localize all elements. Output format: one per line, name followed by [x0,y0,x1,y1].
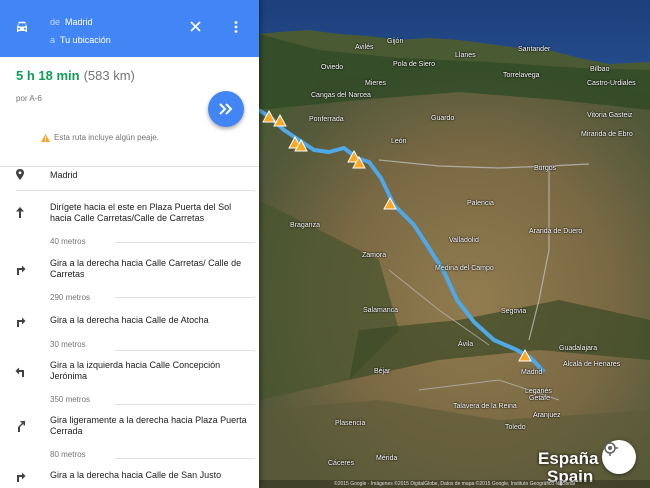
step-instruction: Gira a la derecha hacia Calle de San Jus… [50,470,222,480]
destination-field[interactable]: a Tu ubicación [50,35,111,45]
directions-header: de Madrid a Tu ubicación [0,0,259,57]
map-place-label: Santander [518,46,551,53]
map-place-label: Bilbao [590,66,610,73]
map-place-label: Plasencia [335,420,366,427]
map-place-label: Alcalá de Henares [563,361,621,368]
step-distance: 30 metros [50,340,86,349]
map-place-label: Ávila [458,341,474,348]
map-place-label: Mérida [376,455,398,462]
toll-notice: Esta ruta incluye algún peaje. [41,133,159,142]
divider [115,458,255,459]
map-place-label: Aranda de Duero [529,228,583,235]
directions-panel: de Madrid a Tu ubicación 5 h 18 min (583 km… [0,0,259,488]
map-place-label: Cáceres [328,460,355,467]
destination-prefix: a [50,35,56,45]
step-instruction: Gira ligeramente a la derecha hacia Plaz… [50,415,247,436]
slight-right-icon [18,421,25,432]
map-place-label: Talavera de la Reina [453,403,517,410]
map-place-label: Medina del Campo [435,265,494,272]
map-place-label: Cangas del Narcea [311,92,371,99]
crosshair-icon [602,440,618,456]
arrow-up-icon [16,207,24,218]
map-place-label: Vitoria Gasteiz [587,112,633,119]
my-location-button[interactable] [602,440,636,474]
map-place-label: Burgos [534,165,557,172]
map-place-label: Madrid [521,369,543,376]
direction-step[interactable]: Dirígete hacia el este en Plaza Puerta d… [0,202,259,252]
divider [115,404,255,405]
map-view[interactable]: Gijón Avilés Llanes Santander Oviedo Pola de … [259,0,650,488]
origin-field[interactable]: de Madrid [50,17,93,27]
direction-step[interactable]: Gira a la derecha hacia Calle Carretas/ … [0,258,259,308]
divider [115,350,255,351]
location-pin-icon [16,169,24,180]
toll-notice-text: Esta ruta incluye algún peaje. [54,133,159,142]
divider [16,190,255,191]
direction-step[interactable]: Gira a la derecha hacia Calle de Atocha … [0,315,259,355]
map-place-label: Oviedo [321,64,344,71]
divider [115,242,255,243]
origin-value: Madrid [65,17,93,27]
step-distance: 350 metros [50,395,91,404]
step-instruction: Dirígete hacia el este en Plaza Puerta d… [50,202,232,223]
map-place-label: Zamora [362,252,387,259]
direction-step[interactable]: Madrid [0,160,259,190]
map-place-label: Miranda de Ebro [581,131,633,138]
map-place-label: Mieres [365,80,387,87]
close-icon[interactable] [190,21,201,32]
map-place-label: Guadalajara [559,345,598,352]
step-distance: 40 metros [50,237,86,246]
origin-prefix: de [50,17,61,27]
map-place-label: Palencia [467,200,494,207]
map-place-label: Ponferrada [309,116,344,123]
double-chevron-right-icon [219,103,233,115]
start-navigation-button[interactable] [208,91,244,127]
map-place-label: Toledo [505,424,526,431]
satellite-imagery [259,0,650,488]
map-attribution: ©2015 Google · Imágenes ©2015 DigitalGlo… [259,480,650,488]
map-place-label: Guardo [431,115,455,122]
step-instruction: Gira a la derecha hacia Calle Carretas/ … [50,258,242,279]
map-place-label: Castro-Urdiales [587,80,636,87]
turn-left-icon [15,367,24,377]
route-distance: (583 km) [83,68,135,83]
car-icon [17,21,27,32]
map-place-label: Braganza [290,222,320,229]
map-place-label: Béjar [374,368,391,375]
map-place-label: Pola de Siero [393,61,436,68]
turn-right-icon [17,265,26,275]
direction-step[interactable]: Gira a la izquierda hacia Calle Concepci… [0,360,259,410]
destination-value: Tu ubicación [60,35,111,45]
route-duration: 5 h 18 min [16,68,80,83]
map-place-label: Valladolid [449,237,479,244]
map-place-label: Getafe [529,395,551,402]
step-distance: 290 metros [50,293,91,302]
map-place-label: Gijón [387,38,404,45]
step-instruction: Madrid [50,170,78,180]
step-instruction: Gira a la derecha hacia Calle de Atocha [50,315,209,325]
step-instruction: Gira a la izquierda hacia Calle Concepci… [50,360,221,381]
map-place-label: Salamanca [363,307,399,314]
more-options-icon[interactable] [233,20,239,34]
map-place-label: Torrelavega [503,72,540,79]
turn-right-icon [17,472,26,482]
direction-step[interactable]: Gira a la derecha hacia Calle de San Jus… [0,470,259,488]
map-place-label: Aranjuez [533,412,561,419]
turn-right-icon [17,317,26,327]
map-place-label: León [391,138,407,145]
map-place-label: Avilés [355,44,374,51]
map-place-label: Segovia [501,308,527,315]
warning-icon [41,133,50,142]
map-place-label: Leganés [525,388,552,395]
divider [115,297,255,298]
country-label-es: España [538,449,599,468]
step-distance: 80 metros [50,450,86,459]
map-place-label: Llanes [455,52,476,59]
